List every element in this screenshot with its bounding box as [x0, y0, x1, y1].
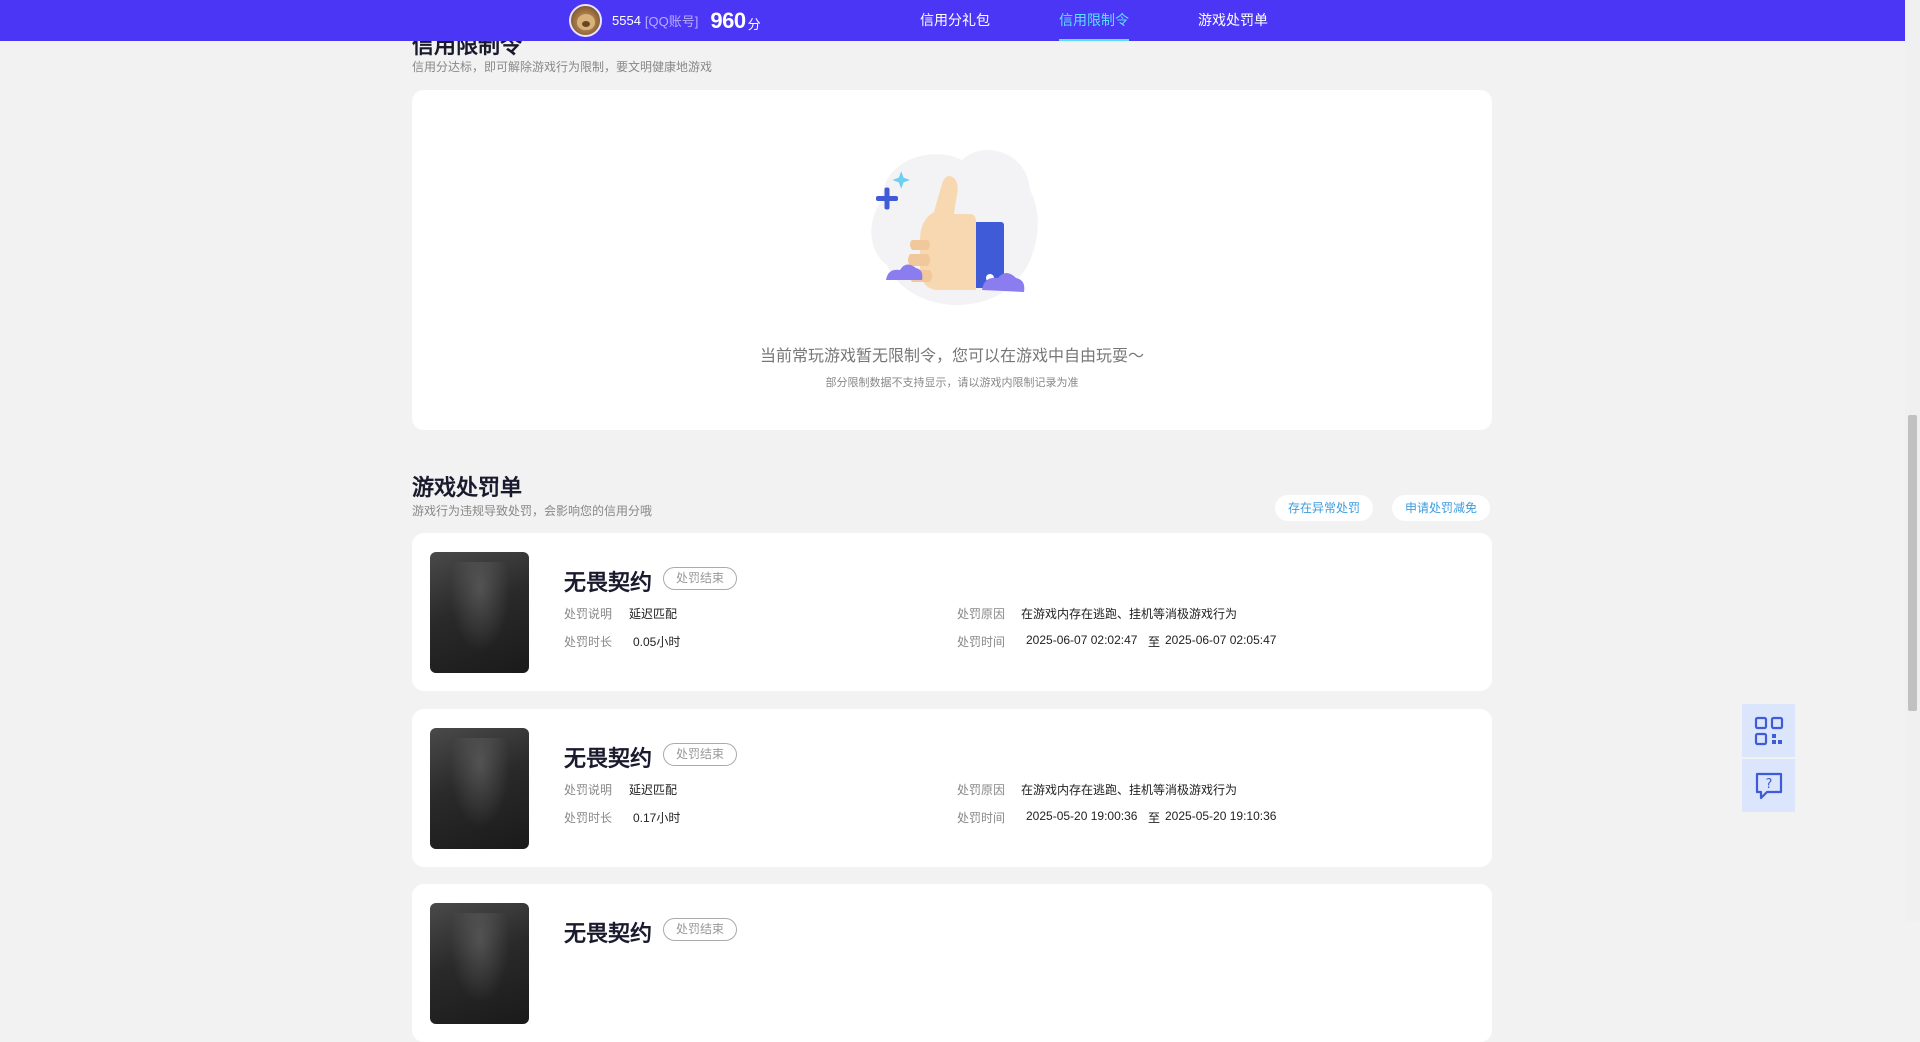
- feedback-button[interactable]: ?: [1742, 759, 1795, 812]
- game-name: 无畏契约: [564, 570, 653, 595]
- avatar[interactable]: [569, 4, 602, 37]
- scrollbar-thumb[interactable]: [1908, 415, 1917, 711]
- credit-score: 960: [710, 7, 746, 33]
- top-navigation-bar: 5554 [QQ账号] 960 分 信用分礼包 信用限制令 游戏处罚单: [0, 0, 1905, 41]
- report-abnormal-penalty-button[interactable]: 存在异常处罚: [1275, 495, 1374, 521]
- penalty-time-label: 处罚时间: [957, 635, 1006, 649]
- penalty-card[interactable]: 无畏契约 处罚结束 处罚说明 延迟匹配 处罚时长 0.17小时 处罚原因 在游戏…: [412, 709, 1492, 867]
- penalty-desc-label: 处罚说明: [564, 783, 613, 797]
- restriction-card: 当前常玩游戏暂无限制令，您可以在游戏中自由玩耍～ 部分限制数据不支持显示，请以游…: [412, 90, 1492, 430]
- thumbs-up-icon: [871, 150, 1038, 306]
- penalty-card[interactable]: 无畏契约 处罚结束: [412, 884, 1492, 1042]
- penalty-title: 游戏处罚单: [412, 475, 523, 500]
- game-name: 无畏契约: [564, 746, 653, 771]
- penalty-duration-value: 0.17小时: [633, 811, 681, 825]
- restriction-subtitle: 信用分达标，即可解除游戏行为限制，要文明健康地游戏: [412, 60, 713, 74]
- penalty-card[interactable]: 无畏契约 处罚结束 处罚说明 延迟匹配 处罚时长 0.05小时 处罚原因 在游戏…: [412, 533, 1492, 691]
- nav-credit-restriction[interactable]: 信用限制令: [1059, 0, 1129, 41]
- penalty-duration-label: 处罚时长: [564, 811, 613, 825]
- apply-penalty-reduction-button[interactable]: 申请处罚减免: [1392, 495, 1491, 521]
- qr-code-button[interactable]: [1742, 704, 1795, 757]
- game-thumbnail: [430, 552, 529, 673]
- penalty-time-end: 2025-05-20 19:10:36: [1165, 809, 1277, 823]
- penalty-reason-label: 处罚原因: [957, 783, 1006, 797]
- status-badge: 处罚结束: [663, 743, 738, 766]
- qr-code-icon: [1754, 716, 1783, 745]
- svg-text:?: ?: [1765, 777, 1772, 792]
- penalty-reason-value: 在游戏内存在逃跑、挂机等消极游戏行为: [1021, 607, 1238, 621]
- qq-label: [QQ账号]: [644, 14, 699, 29]
- penalty-time-to: 至: [1148, 811, 1161, 825]
- status-badge: 处罚结束: [663, 918, 738, 941]
- feedback-icon: ?: [1755, 772, 1782, 799]
- penalty-duration-value: 0.05小时: [633, 635, 681, 649]
- penalty-duration-label: 处罚时长: [564, 635, 613, 649]
- nav-game-penalty[interactable]: 游戏处罚单: [1198, 0, 1268, 41]
- penalty-time-label: 处罚时间: [957, 811, 1006, 825]
- penalty-reason-value: 在游戏内存在逃跑、挂机等消极游戏行为: [1021, 783, 1238, 797]
- game-thumbnail: [430, 903, 529, 1024]
- penalty-desc-value: 延迟匹配: [629, 607, 678, 621]
- qq-number: 5554: [612, 13, 641, 28]
- penalty-desc-label: 处罚说明: [564, 607, 613, 621]
- nav-credit-gift[interactable]: 信用分礼包: [920, 0, 990, 41]
- penalty-time-start: 2025-05-20 19:00:36: [1026, 809, 1138, 823]
- penalty-time-to: 至: [1148, 635, 1161, 649]
- credit-score-unit: 分: [747, 17, 761, 32]
- penalty-reason-label: 处罚原因: [957, 607, 1006, 621]
- empty-state-message: 当前常玩游戏暂无限制令，您可以在游戏中自由玩耍～: [759, 348, 1144, 365]
- status-badge: 处罚结束: [663, 567, 738, 590]
- user-info: 5554 [QQ账号] 960 分: [569, 4, 761, 37]
- penalty-subtitle: 游戏行为违规导致处罚，会影响您的信用分哦: [412, 504, 653, 518]
- penalty-time-end: 2025-06-07 02:05:47: [1165, 633, 1277, 647]
- empty-state-note: 部分限制数据不支持显示，请以游戏内限制记录为准: [825, 377, 1079, 389]
- game-thumbnail: [430, 728, 529, 849]
- penalty-time-start: 2025-06-07 02:02:47: [1026, 633, 1138, 647]
- penalty-desc-value: 延迟匹配: [629, 783, 678, 797]
